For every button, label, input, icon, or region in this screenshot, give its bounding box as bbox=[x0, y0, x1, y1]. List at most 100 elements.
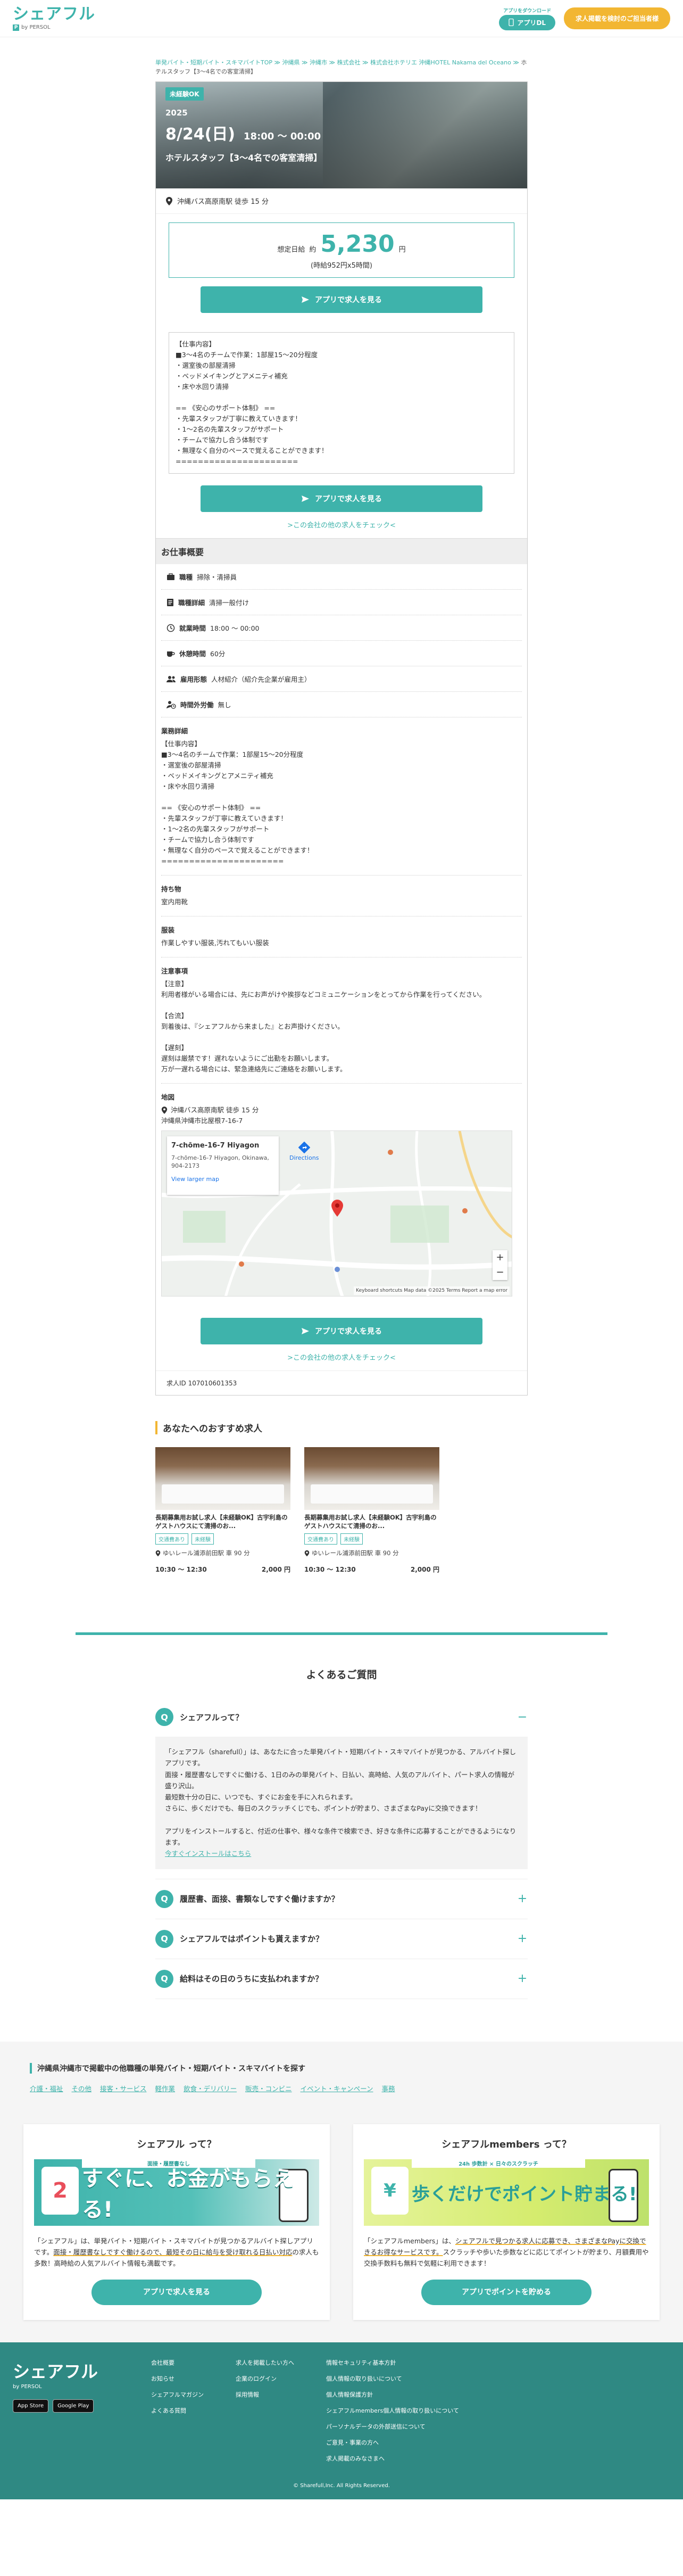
location-pin-icon bbox=[161, 1107, 168, 1114]
other-jobs-link[interactable]: >この会社の他の求人をチェック< bbox=[156, 512, 527, 538]
job-access-text: 沖縄バス高原南駅 徒歩 15 分 bbox=[177, 198, 269, 206]
category-link[interactable]: 接客・サービス bbox=[100, 2083, 147, 2093]
tag: 交通費あり bbox=[155, 1533, 188, 1545]
tag: 未経験 bbox=[191, 1533, 214, 1545]
notice-body: 【注意】 利用者様がいる場合には、先にお声がけや挨拶などコミュニケーションをとっ… bbox=[161, 980, 486, 1073]
expand-icon[interactable]: + bbox=[517, 1932, 528, 1945]
tag: 交通費あり bbox=[304, 1533, 337, 1545]
faq-answer: 「シェアフル（sharefull）」は、あなたに合った単発バイト・短期バイト・ス… bbox=[155, 1737, 528, 1869]
logo-sub: Pby PERSOL bbox=[13, 24, 95, 31]
view-larger-map-link[interactable]: View larger map bbox=[171, 1175, 274, 1184]
pay-box: 想定日給 約 5,230 円 (時給952円x5時間) bbox=[169, 222, 514, 278]
employer-register-button[interactable]: 求人掲載を検討のご担当者様 bbox=[563, 7, 670, 29]
footer-link[interactable]: 会社概要 bbox=[151, 2358, 204, 2367]
detail-value: 60分 bbox=[210, 650, 226, 658]
footer-link[interactable]: よくある質問 bbox=[151, 2406, 204, 2415]
detail-value: 無し bbox=[218, 701, 231, 709]
faq-question-text: 給料はその日のうちに支払われますか？ bbox=[180, 1974, 323, 1984]
view-in-app-button-2[interactable]: アプリで求人を見る bbox=[201, 485, 482, 512]
promo-banner: 2 面接・履歴書なし すぐに、お金がもらえる! bbox=[34, 2159, 319, 2226]
footer-link[interactable]: ご意見・事業の方へ bbox=[326, 2438, 459, 2447]
job-date: 8/24(日) bbox=[165, 125, 236, 144]
other-jobs-link-2[interactable]: >この会社の他の求人をチェック< bbox=[156, 1344, 527, 1370]
rec-pay: 2,000 円 bbox=[261, 1566, 290, 1574]
footer-link[interactable]: 個人情報の取り扱いについて bbox=[326, 2374, 459, 2383]
view-in-app-button[interactable]: アプリで求人を見る bbox=[201, 286, 482, 313]
footer-link[interactable]: 企業のログイン bbox=[236, 2374, 294, 2383]
rec-pay: 2,000 円 bbox=[410, 1566, 439, 1574]
footer-link[interactable]: 採用情報 bbox=[236, 2390, 294, 2399]
category-link[interactable]: イベント・キャンペーン bbox=[301, 2083, 373, 2093]
promo-text-b: 面接・履歴書なしですぐ働けるので、最短その日に給与を受け取れる日払い対応 bbox=[53, 2248, 293, 2256]
faq-question[interactable]: Q シェアフルではポイントも貰えますか？ + bbox=[155, 1919, 528, 1959]
detail-row-overtime: 時間外労働 無し bbox=[161, 692, 522, 717]
send-arrow-icon bbox=[302, 1328, 309, 1334]
person-clock-icon bbox=[166, 700, 176, 709]
install-link[interactable]: 今すぐインストールはこちら bbox=[165, 1850, 251, 1857]
app-download-note: アプリをダウンロード bbox=[503, 8, 552, 14]
breadcrumb-path[interactable]: 単発バイト・短期バイト・スキマバイトTOP ≫ 沖縄県 ≫ 沖縄市 ≫ 株式会社… bbox=[155, 59, 521, 66]
footer-logo[interactable]: シェアフル by PERSOL App Store Google Play bbox=[13, 2358, 119, 2470]
notice-title: 注意事項 bbox=[161, 967, 188, 975]
app-store-badge[interactable]: App Store bbox=[13, 2399, 49, 2413]
promo-app-button[interactable]: アプリで求人を見る bbox=[91, 2280, 262, 2306]
map-zoom-control[interactable]: + − bbox=[493, 1250, 507, 1280]
other-categories-heading: 沖縄県沖縄市で掲載中の他職種の単発バイト・短期バイト・スキマバイトを探す bbox=[30, 2062, 653, 2074]
q-icon: Q bbox=[155, 1969, 173, 1988]
category-link[interactable]: 飲食・デリバリー bbox=[184, 2083, 237, 2093]
promo-section: シェアフル って？ 2 面接・履歴書なし すぐに、お金がもらえる! 「シェアフル… bbox=[0, 2108, 683, 2343]
footer-link[interactable]: 情報セキュリティ基本方針 bbox=[326, 2358, 459, 2367]
expand-icon[interactable]: + bbox=[517, 1972, 528, 1985]
members-promo-card: シェアフルmembers って？ ¥ 24h 歩数計 × 日々のスクラッチ 歩く… bbox=[353, 2124, 660, 2321]
detail-value: 人材紹介（紹介先企業が雇用主） bbox=[211, 675, 311, 683]
footer-link[interactable]: 求人を掲載したい方へ bbox=[236, 2358, 294, 2367]
faq-item: Q 履歴書、面接、書類なしですぐ働けますか？ + bbox=[155, 1879, 528, 1919]
belongings-body: 室内用靴 bbox=[161, 898, 188, 906]
faq-question[interactable]: Q 給料はその日のうちに支払われますか？ + bbox=[155, 1959, 528, 1999]
app-download-button[interactable]: アプリDL bbox=[499, 14, 555, 30]
faq-title: よくあるご質問 bbox=[306, 1669, 377, 1681]
faq-question[interactable]: Q 履歴書、面接、書類なしですぐ働けますか？ + bbox=[155, 1879, 528, 1919]
map-access: 沖縄バス高原南駅 徒歩 15 分 bbox=[171, 1106, 259, 1114]
recommended-job-card[interactable]: 長期募集用お試し求人【未経験OK】古宇利島のゲストハウスにて清掃のお... 交通… bbox=[155, 1447, 290, 1574]
footer-link[interactable]: お知らせ bbox=[151, 2374, 204, 2383]
promo-banner: ¥ 24h 歩数計 × 日々のスクラッチ 歩くだけでポイント貯まる! bbox=[364, 2159, 649, 2226]
promo-text-a: 「シェアフルmembers」は、 bbox=[364, 2236, 455, 2245]
rec-job-title: 長期募集用お試し求人【未経験OK】古宇利島のゲストハウスにて清掃のお... bbox=[155, 1514, 288, 1530]
faq-section: よくあるご質問 Q シェアフルって？ − 「シェアフル（sharefull）」は… bbox=[0, 1632, 683, 1999]
work-detail-title: 業務詳細 bbox=[161, 727, 188, 735]
job-detail-card: 未経験OK 2025 8/24(日) 18:00 〜 00:00 ホテルスタッフ【… bbox=[155, 81, 528, 1396]
logo-text: シェアフル bbox=[13, 4, 95, 23]
collapse-icon[interactable]: − bbox=[517, 1711, 528, 1724]
detail-row-job-detail: 職種詳細 清掃一般付け bbox=[161, 590, 522, 615]
footer-link[interactable]: パーソナルデータの外部送信について bbox=[326, 2422, 459, 2431]
site-logo[interactable]: シェアフル Pby PERSOL bbox=[13, 6, 95, 31]
footer-link[interactable]: 求人掲載のみなさまへ bbox=[326, 2454, 459, 2463]
directions-link[interactable]: Directions bbox=[289, 1142, 319, 1163]
view-in-app-button-3[interactable]: アプリで求人を見る bbox=[201, 1318, 482, 1344]
category-link[interactable]: 事務 bbox=[381, 2083, 395, 2093]
pay-label: 想定日給 bbox=[277, 246, 305, 254]
google-play-badge[interactable]: Google Play bbox=[53, 2399, 94, 2413]
google-map[interactable]: 7-chōme-16-7 Hiyagon 7-chōme-16-7 Hiyago… bbox=[161, 1130, 512, 1297]
category-link[interactable]: 軽作業 bbox=[155, 2083, 176, 2093]
detail-label: 職種 bbox=[179, 573, 193, 581]
category-link[interactable]: 販売・コンビニ bbox=[245, 2083, 292, 2093]
category-link[interactable]: 介護・福祉 bbox=[30, 2083, 63, 2093]
category-link[interactable]: その他 bbox=[72, 2083, 92, 2093]
footer-link[interactable]: シェアフルmembers個人情報の取り扱いについて bbox=[326, 2406, 459, 2415]
send-arrow-icon bbox=[302, 496, 309, 502]
recommended-job-card[interactable]: 長期募集用お試し求人【未経験OK】古宇利島のゲストハウスにて清掃のお... 交通… bbox=[304, 1447, 439, 1574]
expand-icon[interactable]: + bbox=[517, 1892, 528, 1905]
faq-question[interactable]: Q シェアフルって？ − bbox=[155, 1697, 528, 1737]
view-in-app-label: アプリで求人を見る bbox=[315, 296, 382, 304]
footer-link[interactable]: 個人情報保護方針 bbox=[326, 2390, 459, 2399]
map-marker-icon bbox=[331, 1200, 343, 1217]
view-in-app-label: アプリで求人を見る bbox=[315, 495, 382, 503]
footer-link[interactable]: シェアフルマガジン bbox=[151, 2390, 204, 2399]
pay-unit: 円 bbox=[398, 246, 406, 254]
other-categories: 沖縄県沖縄市で掲載中の他職種の単発バイト・短期バイト・スキマバイトを探す 介護・… bbox=[0, 2041, 683, 2108]
faq-question-text: 履歴書、面接、書類なしですぐ働けますか？ bbox=[180, 1894, 339, 1904]
map-title: 地図 bbox=[161, 1093, 175, 1101]
promo-points-button[interactable]: アプリでポイントを貯める bbox=[421, 2280, 592, 2306]
